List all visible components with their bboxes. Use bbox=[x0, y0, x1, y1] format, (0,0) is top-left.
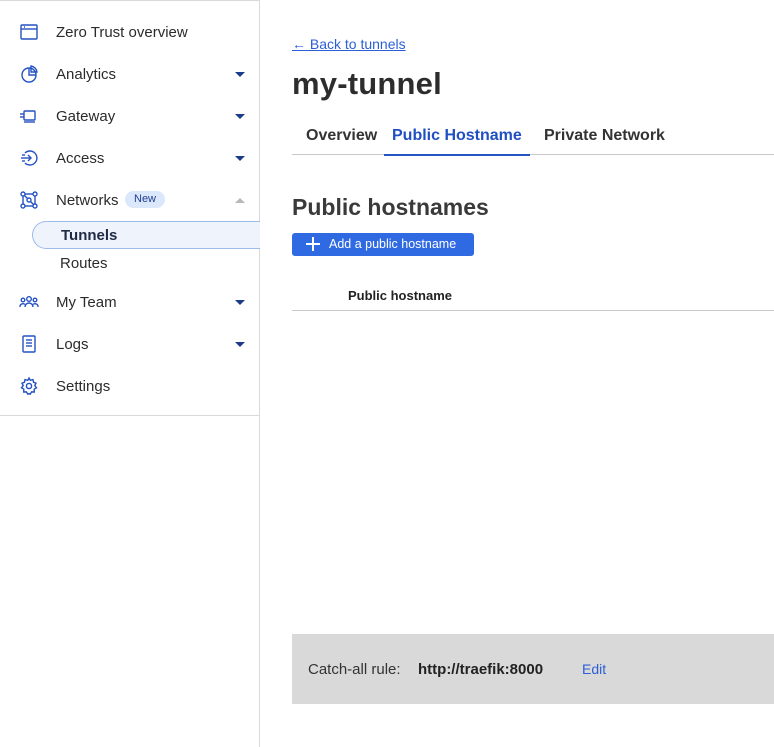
sidebar-subitem-label: Routes bbox=[60, 254, 108, 272]
catch-all-rule-bar: Catch-all rule: http://traefik:8000 Edit bbox=[292, 634, 774, 704]
gateway-icon bbox=[18, 105, 40, 127]
tab-public-hostname[interactable]: Public Hostname bbox=[384, 118, 530, 156]
sidebar-item-networks[interactable]: Networks New bbox=[0, 179, 259, 221]
tab-label: Overview bbox=[306, 127, 378, 144]
chevron-down-icon[interactable] bbox=[235, 71, 245, 77]
network-icon bbox=[18, 189, 40, 211]
chevron-down-icon[interactable] bbox=[235, 113, 245, 119]
browser-window-icon bbox=[18, 21, 40, 43]
catch-all-label: Catch-all rule: bbox=[308, 661, 401, 678]
chevron-up-icon[interactable] bbox=[235, 197, 245, 203]
pie-chart-icon bbox=[18, 63, 40, 85]
sidebar-item-label: Analytics bbox=[56, 65, 117, 83]
tab-label: Public Hostname bbox=[392, 127, 522, 144]
new-badge: New bbox=[125, 191, 166, 208]
sidebar-item-analytics[interactable]: Analytics bbox=[0, 53, 259, 95]
gear-icon bbox=[18, 375, 40, 397]
sidebar-subitem-tunnels[interactable]: Tunnels bbox=[32, 221, 260, 249]
tab-private-network[interactable]: Private Network bbox=[544, 118, 665, 155]
chevron-down-icon[interactable] bbox=[235, 341, 245, 347]
sidebar-item-settings[interactable]: Settings bbox=[0, 365, 259, 407]
sidebar-item-label: Networks bbox=[56, 191, 119, 209]
main-content: ← Back to tunnels my-tunnel Overview Pub… bbox=[260, 0, 774, 747]
team-icon bbox=[18, 291, 40, 313]
sidebar-item-logs[interactable]: Logs bbox=[0, 323, 259, 365]
sidebar-item-label: Settings bbox=[56, 377, 111, 395]
back-to-tunnels-link[interactable]: ← Back to tunnels bbox=[292, 36, 406, 52]
sidebar-item-gateway[interactable]: Gateway bbox=[0, 95, 259, 137]
sidebar-subitem-routes[interactable]: Routes bbox=[32, 249, 260, 277]
sidebar-item-label: Access bbox=[56, 149, 105, 167]
chevron-down-icon[interactable] bbox=[235, 155, 245, 161]
sidebar-item-zero-trust-overview[interactable]: Zero Trust overview bbox=[0, 11, 259, 53]
edit-catch-all-link[interactable]: Edit bbox=[582, 661, 606, 677]
table-header: Public hostname bbox=[292, 282, 774, 311]
sidebar-divider bbox=[0, 415, 259, 416]
sidebar-item-label: Logs bbox=[56, 335, 89, 353]
sidebar-item-label: Zero Trust overview bbox=[56, 23, 188, 41]
column-header-public-hostname: Public hostname bbox=[348, 288, 453, 303]
sidebar-item-label: Gateway bbox=[56, 107, 116, 125]
section-title: Public hostnames bbox=[292, 194, 489, 220]
sidebar-subitem-label: Tunnels bbox=[61, 226, 118, 244]
button-label: Add a public hostname bbox=[329, 237, 457, 251]
sidebar-item-label: My Team bbox=[56, 293, 117, 311]
catch-all-value: http://traefik:8000 bbox=[418, 661, 544, 678]
sidebar-item-my-team[interactable]: My Team bbox=[0, 281, 259, 323]
sidebar: Zero Trust overview Analytics Gateway Ac… bbox=[0, 0, 260, 747]
access-icon bbox=[18, 147, 40, 169]
logs-icon bbox=[18, 333, 40, 355]
tab-label: Private Network bbox=[544, 127, 665, 144]
plus-icon bbox=[306, 237, 320, 251]
sidebar-item-access[interactable]: Access bbox=[0, 137, 259, 179]
add-public-hostname-button[interactable]: Add a public hostname bbox=[292, 233, 474, 256]
tab-overview[interactable]: Overview bbox=[306, 118, 377, 155]
sidebar-top-border bbox=[0, 0, 259, 4]
chevron-down-icon[interactable] bbox=[235, 299, 245, 305]
page-title: my-tunnel bbox=[292, 66, 442, 101]
tab-bar: Overview Public Hostname Private Network bbox=[292, 118, 774, 156]
